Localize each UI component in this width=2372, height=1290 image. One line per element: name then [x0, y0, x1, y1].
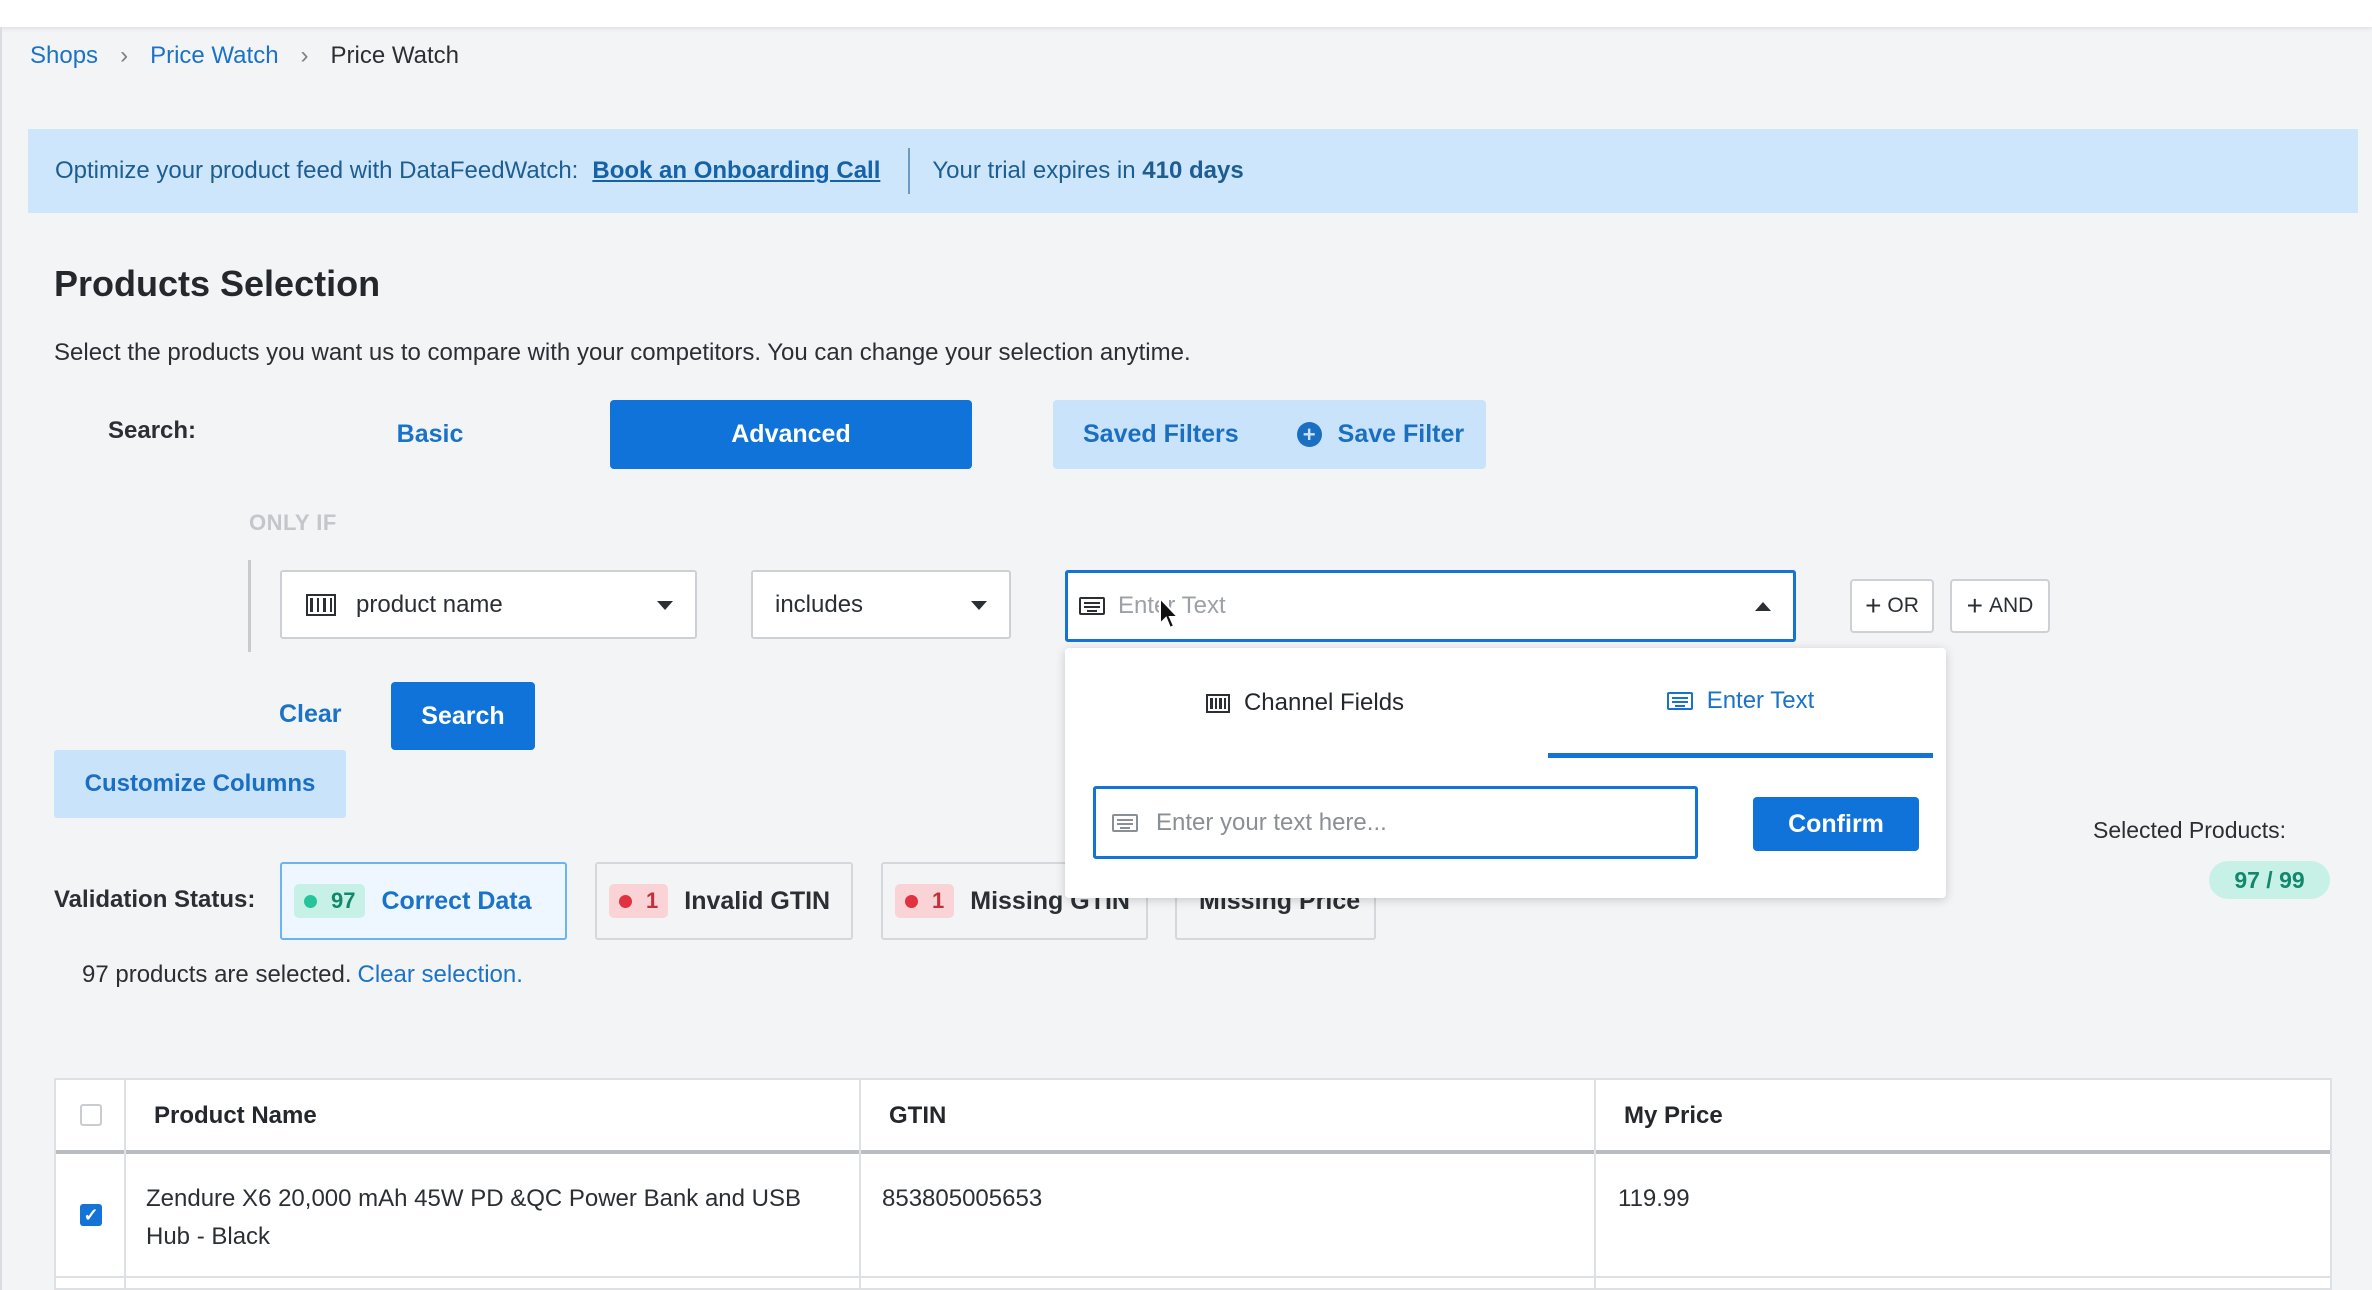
trial-text: Your trial expires in 410 days — [932, 157, 1243, 185]
count-value: 1 — [932, 888, 945, 913]
status-dot-icon — [905, 894, 918, 908]
chevron-right-icon: › — [300, 42, 309, 69]
onboarding-banner: Optimize your product feed with DataFeed… — [28, 129, 2358, 213]
saved-filters-button[interactable]: Saved Filters — [1083, 420, 1239, 449]
add-and-condition-button[interactable]: + AND — [1950, 579, 2050, 633]
tab-enter-text-label: Enter Text — [1706, 686, 1815, 714]
and-label: AND — [1989, 594, 2034, 617]
value-type-dropdown: Channel Fields Enter Text Confirm — [1065, 648, 1946, 898]
breadcrumb-shops[interactable]: Shops — [30, 42, 98, 70]
plus-icon: + — [1865, 590, 1882, 621]
clear-button[interactable]: Clear — [279, 700, 342, 729]
column-divider — [124, 1080, 126, 1288]
column-header-product-name[interactable]: Product Name — [154, 1102, 317, 1130]
checkmark-icon: ✓ — [83, 1204, 99, 1225]
basic-search-button[interactable]: Basic — [356, 400, 504, 468]
trial-days: 410 days — [1142, 157, 1244, 184]
operator-select[interactable]: includes — [751, 570, 1011, 639]
table-header — [56, 1080, 2330, 1154]
products-table: Product Name GTIN My Price ✓ Zendure X6 … — [54, 1078, 2332, 1290]
mouse-pointer-icon — [1159, 596, 1181, 630]
top-bar — [0, 0, 2372, 27]
breadcrumb-price-watch[interactable]: Price Watch — [150, 42, 278, 70]
operator-select-value: includes — [775, 590, 864, 618]
field-select-value: product name — [356, 590, 503, 618]
count-badge: 1 — [895, 884, 955, 918]
tab-enter-text[interactable]: Enter Text — [1548, 648, 1933, 758]
barcode-icon — [1205, 693, 1230, 713]
page-left-border — [0, 27, 2, 1290]
banner-promo-text: Optimize your product feed with DataFeed… — [55, 157, 579, 184]
count-badge: 1 — [609, 884, 669, 918]
select-all-checkbox[interactable] — [80, 1104, 102, 1126]
breadcrumb-current: Price Watch — [330, 42, 460, 69]
page-title: Products Selection — [54, 263, 381, 304]
search-button[interactable]: Search — [391, 682, 535, 750]
caret-down-icon — [971, 601, 987, 610]
selection-count-text: 97 products are selected. — [82, 961, 352, 988]
keyboard-icon — [1112, 813, 1138, 832]
customize-columns-button[interactable]: Customize Columns — [54, 750, 346, 818]
column-header-gtin[interactable]: GTIN — [889, 1102, 946, 1130]
barcode-icon — [306, 593, 336, 616]
keyboard-icon — [1079, 597, 1105, 615]
save-filter-button[interactable]: + Save Filter — [1296, 420, 1465, 449]
selected-products-badge: 97 / 99 — [2209, 861, 2330, 899]
book-onboarding-link[interactable]: Book an Onboarding Call — [592, 157, 880, 185]
caret-up-icon — [1755, 602, 1771, 611]
column-header-my-price[interactable]: My Price — [1624, 1102, 1723, 1130]
section-description: Select the products you want us to compa… — [54, 339, 1191, 366]
count-badge: 97 — [294, 884, 366, 918]
plus-icon: + — [1966, 590, 1983, 621]
or-label: OR — [1887, 594, 1919, 617]
tab-channel-fields[interactable]: Channel Fields — [1065, 648, 1545, 758]
column-divider — [1594, 1080, 1596, 1288]
selected-products-label: Selected Products: — [2093, 817, 2287, 843]
trial-prefix: Your trial expires in — [932, 157, 1136, 184]
enter-text-input[interactable] — [1154, 807, 1678, 838]
tab-channel-fields-label: Channel Fields — [1243, 689, 1405, 716]
add-or-condition-button[interactable]: + OR — [1850, 579, 1934, 633]
chip-invalid-gtin[interactable]: 1 Invalid GTIN — [595, 862, 853, 940]
only-if-label: ONLY IF — [249, 510, 337, 535]
condition-group-bar — [248, 560, 251, 652]
chip-label: Invalid GTIN — [684, 886, 831, 915]
breadcrumb: Shops › Price Watch › Price Watch — [30, 42, 459, 70]
confirm-button[interactable]: Confirm — [1753, 797, 1919, 851]
cell-gtin: 853805005653 — [882, 1185, 1043, 1212]
status-dot-icon — [619, 894, 632, 908]
row-divider — [56, 1276, 2330, 1278]
caret-down-icon — [657, 601, 673, 610]
row-checkbox[interactable]: ✓ — [80, 1204, 102, 1226]
validation-status-label: Validation Status: — [54, 886, 256, 913]
selection-info: 97 products are selected. Clear selection… — [82, 961, 523, 989]
search-label: Search: — [108, 417, 197, 444]
cell-product-name: Zendure X6 20,000 mAh 45W PD &QC Power B… — [146, 1185, 801, 1250]
advanced-search-button[interactable]: Advanced — [610, 400, 972, 469]
saved-filters-group: Saved Filters + Save Filter — [1053, 400, 1486, 469]
field-select[interactable]: product name — [280, 570, 697, 639]
banner-divider — [908, 148, 911, 194]
chip-label: Correct Data — [381, 886, 532, 915]
chevron-right-icon: › — [120, 42, 129, 69]
count-value: 97 — [331, 888, 356, 913]
clear-selection-link[interactable]: Clear selection. — [358, 961, 523, 988]
column-divider — [859, 1080, 861, 1288]
save-filter-label: Save Filter — [1337, 420, 1465, 448]
chip-correct-data[interactable]: 97 Correct Data — [280, 862, 567, 940]
count-value: 1 — [646, 888, 659, 913]
status-dot-icon — [304, 894, 317, 908]
enter-text-field[interactable] — [1093, 786, 1698, 859]
keyboard-icon — [1666, 691, 1693, 710]
plus-circle-icon: + — [1296, 422, 1322, 447]
cell-price: 119.99 — [1618, 1185, 1690, 1212]
